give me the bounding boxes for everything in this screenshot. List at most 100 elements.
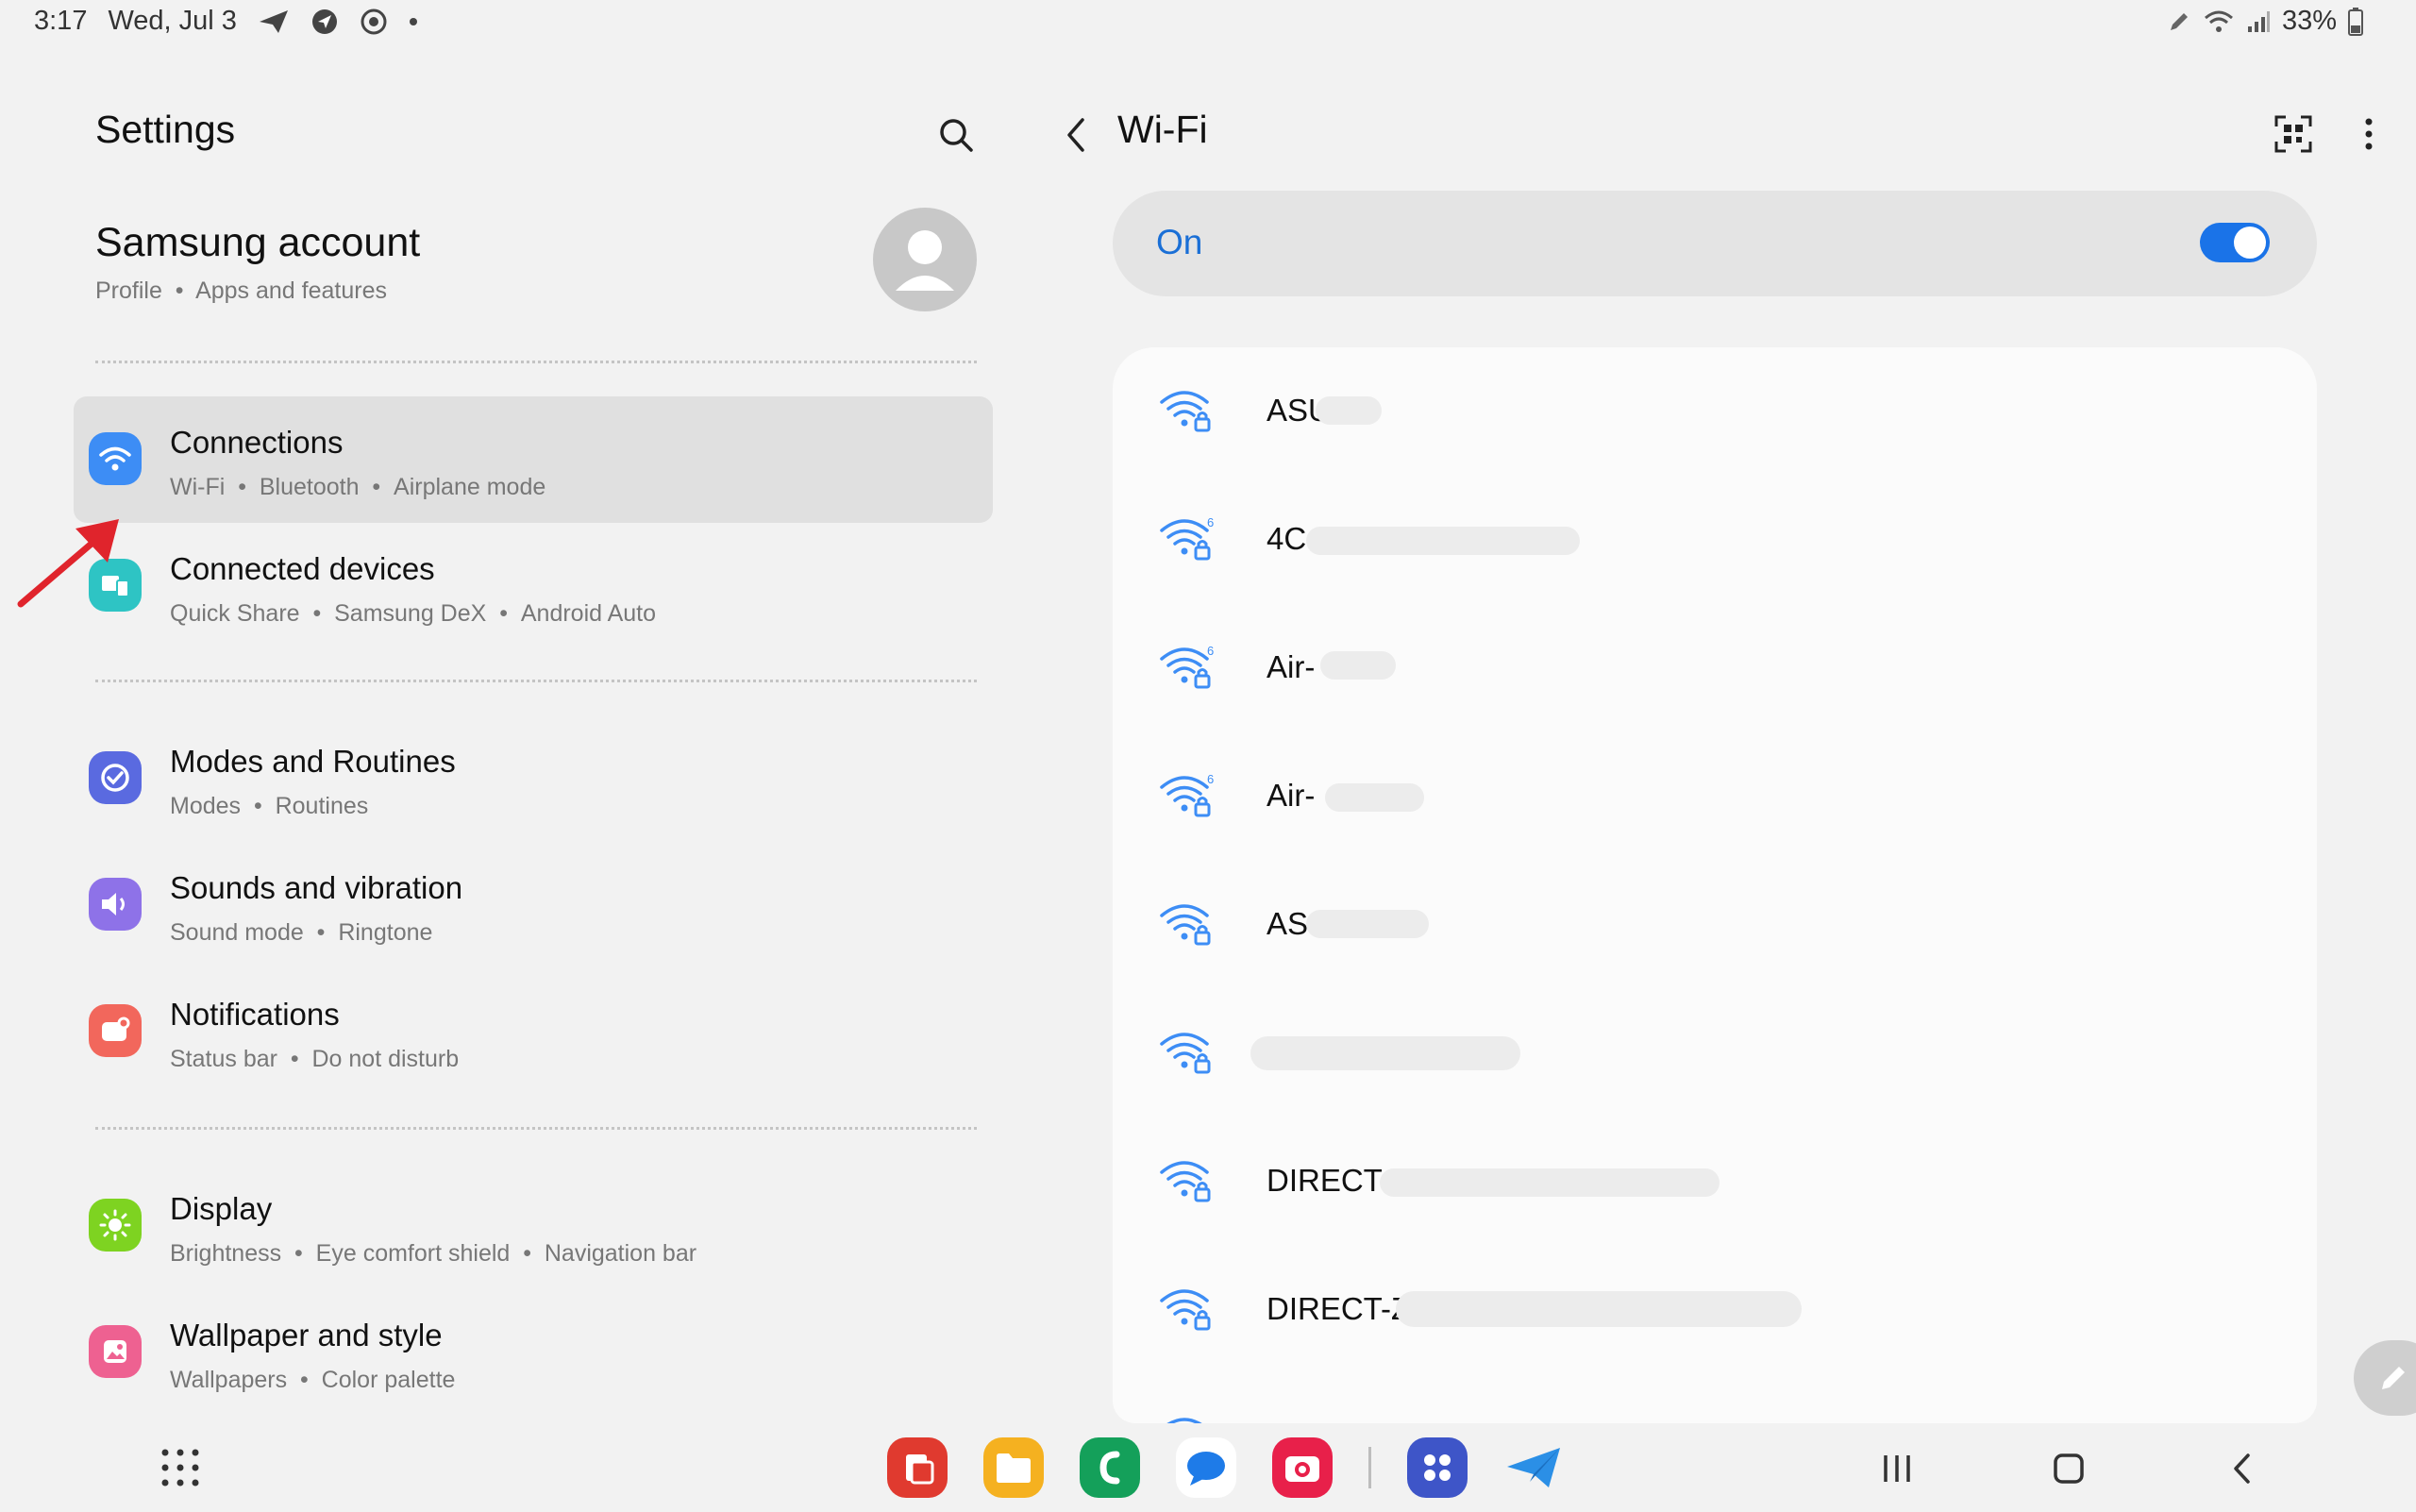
wifi-pane: Wi-Fi On ASU 6 4C 6 Air- 6 Air- AS DIREC… — [1019, 45, 2416, 1423]
annotation-arrow-icon — [17, 519, 119, 608]
sun-icon — [89, 1199, 142, 1252]
battery-icon — [2348, 7, 2363, 36]
settings-item-subtitle: Brightness • Eye comfort shield • Naviga… — [170, 1240, 697, 1267]
qr-scan-button[interactable] — [2267, 108, 2320, 160]
pencil-icon — [2382, 1367, 2405, 1389]
navigation-bar — [0, 1423, 2416, 1512]
grid-icon — [161, 1449, 199, 1487]
network-item[interactable]: DIRECT-Z — [1113, 1246, 2317, 1374]
navigation-notification-icon — [310, 8, 339, 36]
avatar[interactable] — [873, 208, 977, 311]
network-item[interactable]: AS — [1113, 861, 2317, 989]
my-files-app-icon[interactable] — [983, 1437, 1044, 1498]
search-button[interactable] — [932, 111, 980, 159]
settings-item-connections[interactable]: Connections Wi-Fi • Bluetooth • Airplane… — [74, 396, 993, 523]
wifi-lock-icon — [1160, 1161, 1211, 1202]
back-nav-button[interactable] — [2218, 1444, 2267, 1493]
telegram-app-icon[interactable] — [1503, 1437, 1564, 1498]
redaction-blur — [1320, 651, 1396, 680]
network-ssid: AS — [1267, 906, 1309, 941]
redaction-blur — [1316, 396, 1382, 425]
wifi-switch[interactable] — [2200, 223, 2270, 262]
network-item[interactable]: ASU — [1113, 347, 2317, 476]
chevron-left-icon — [1067, 118, 1084, 152]
home-button[interactable] — [2044, 1444, 2093, 1493]
messages-app-icon[interactable] — [1176, 1437, 1236, 1498]
network-item[interactable]: 6 Air- — [1113, 604, 2317, 732]
network-ssid: DIRECT- — [1267, 1163, 1391, 1198]
notes-app-icon[interactable] — [887, 1437, 948, 1498]
svg-text:6: 6 — [1207, 515, 1214, 529]
network-item[interactable]: 6 4C — [1113, 476, 2317, 604]
settings-item-title: Notifications — [170, 997, 340, 1032]
wifi6-lock-icon: 6 — [1160, 515, 1214, 561]
wifi-lock-icon — [1166, 1418, 1202, 1423]
camera-app-icon[interactable] — [1272, 1437, 1333, 1498]
phone-app-icon[interactable] — [1080, 1437, 1140, 1498]
settings-item-modes-and-routines[interactable]: Modes and Routines Modes • Routines — [74, 715, 993, 842]
network-ssid: Air- — [1267, 778, 1316, 813]
clock: 3:17 — [34, 6, 88, 36]
settings-item-connected-devices[interactable]: Connected devices Quick Share • Samsung … — [74, 523, 993, 649]
settings-item-sounds-and-vibration[interactable]: Sounds and vibration Sound mode • Ringto… — [74, 842, 993, 968]
wifi-title: Wi-Fi — [1117, 108, 1208, 151]
network-ssid: DIRECT-Z — [1267, 1291, 1411, 1326]
more-notifications-icon — [409, 17, 418, 26]
more-vertical-icon — [2365, 118, 2373, 150]
wifi-toggle-card[interactable]: On — [1113, 191, 2317, 296]
back-button[interactable] — [1052, 111, 1099, 159]
chevron-left-icon — [2234, 1453, 2250, 1484]
notification-icon — [89, 1004, 142, 1057]
svg-text:6: 6 — [1207, 644, 1214, 658]
wifi-lock-icon — [1160, 1289, 1211, 1331]
settings-item-title: Connections — [170, 425, 344, 460]
divider — [95, 361, 977, 363]
network-ssid: 4C — [1267, 521, 1307, 556]
settings-item-notifications[interactable]: Notifications Status bar • Do not distur… — [74, 968, 993, 1095]
wallpaper-icon — [89, 1325, 142, 1378]
pen-icon — [2167, 9, 2191, 34]
settings-item-title: Display — [170, 1191, 273, 1226]
redaction-blur — [1306, 910, 1429, 938]
divider — [95, 1127, 977, 1130]
qr-code-icon — [2274, 115, 2312, 153]
app-drawer-button[interactable] — [159, 1446, 202, 1489]
account-name: Samsung account — [95, 220, 421, 265]
settings-item-wallpaper-and-style[interactable]: Wallpaper and style Wallpapers • Color p… — [74, 1289, 993, 1416]
page-title: Settings — [95, 108, 236, 151]
settings-item-display[interactable]: Display Brightness • Eye comfort shield … — [74, 1163, 993, 1289]
wifi-status-icon — [2203, 8, 2235, 35]
battery-percent: 33% — [2281, 6, 2337, 36]
settings-item-title: Wallpaper and style — [170, 1318, 443, 1352]
recent-apps-button[interactable] — [1872, 1444, 1921, 1493]
divider — [95, 680, 977, 682]
settings-item-title: Connected devices — [170, 551, 435, 586]
app-folder-icon[interactable] — [1407, 1437, 1468, 1498]
wifi6-lock-icon: 6 — [1160, 772, 1214, 817]
telegram-notification-icon — [258, 8, 290, 35]
redaction-blur — [1396, 1291, 1802, 1327]
wifi-lock-icon — [1160, 391, 1211, 432]
settings-item-title: Sounds and vibration — [170, 870, 463, 905]
wifi-lock-icon — [1160, 1033, 1211, 1074]
settings-item-subtitle: Wallpapers • Color palette — [170, 1367, 456, 1393]
more-options-button[interactable] — [2350, 108, 2388, 160]
network-item[interactable] — [1113, 1374, 2317, 1423]
settings-item-subtitle: Modes • Routines — [170, 793, 369, 819]
network-item[interactable]: 6 Air- — [1113, 732, 2317, 861]
date: Wed, Jul 3 — [108, 6, 237, 36]
network-ssid: Air- — [1267, 649, 1316, 684]
network-item[interactable] — [1113, 989, 2317, 1117]
sync-notification-icon — [360, 8, 388, 36]
wifi-status-label: On — [1156, 223, 1203, 261]
settings-item-subtitle: Sound mode • Ringtone — [170, 919, 433, 946]
account-subtitle: Profile • Apps and features — [95, 277, 387, 304]
samsung-account[interactable]: Samsung account Profile • Apps and featu… — [95, 220, 420, 305]
redaction-blur — [1306, 527, 1580, 555]
redaction-blur — [1380, 1168, 1720, 1197]
settings-item-title: Modes and Routines — [170, 744, 456, 779]
network-item[interactable]: DIRECT- — [1113, 1117, 2317, 1246]
status-bar: 3:17 Wed, Jul 3 33% — [0, 0, 2416, 45]
redaction-blur — [1250, 1036, 1520, 1070]
wifi6-lock-icon: 6 — [1160, 644, 1214, 689]
